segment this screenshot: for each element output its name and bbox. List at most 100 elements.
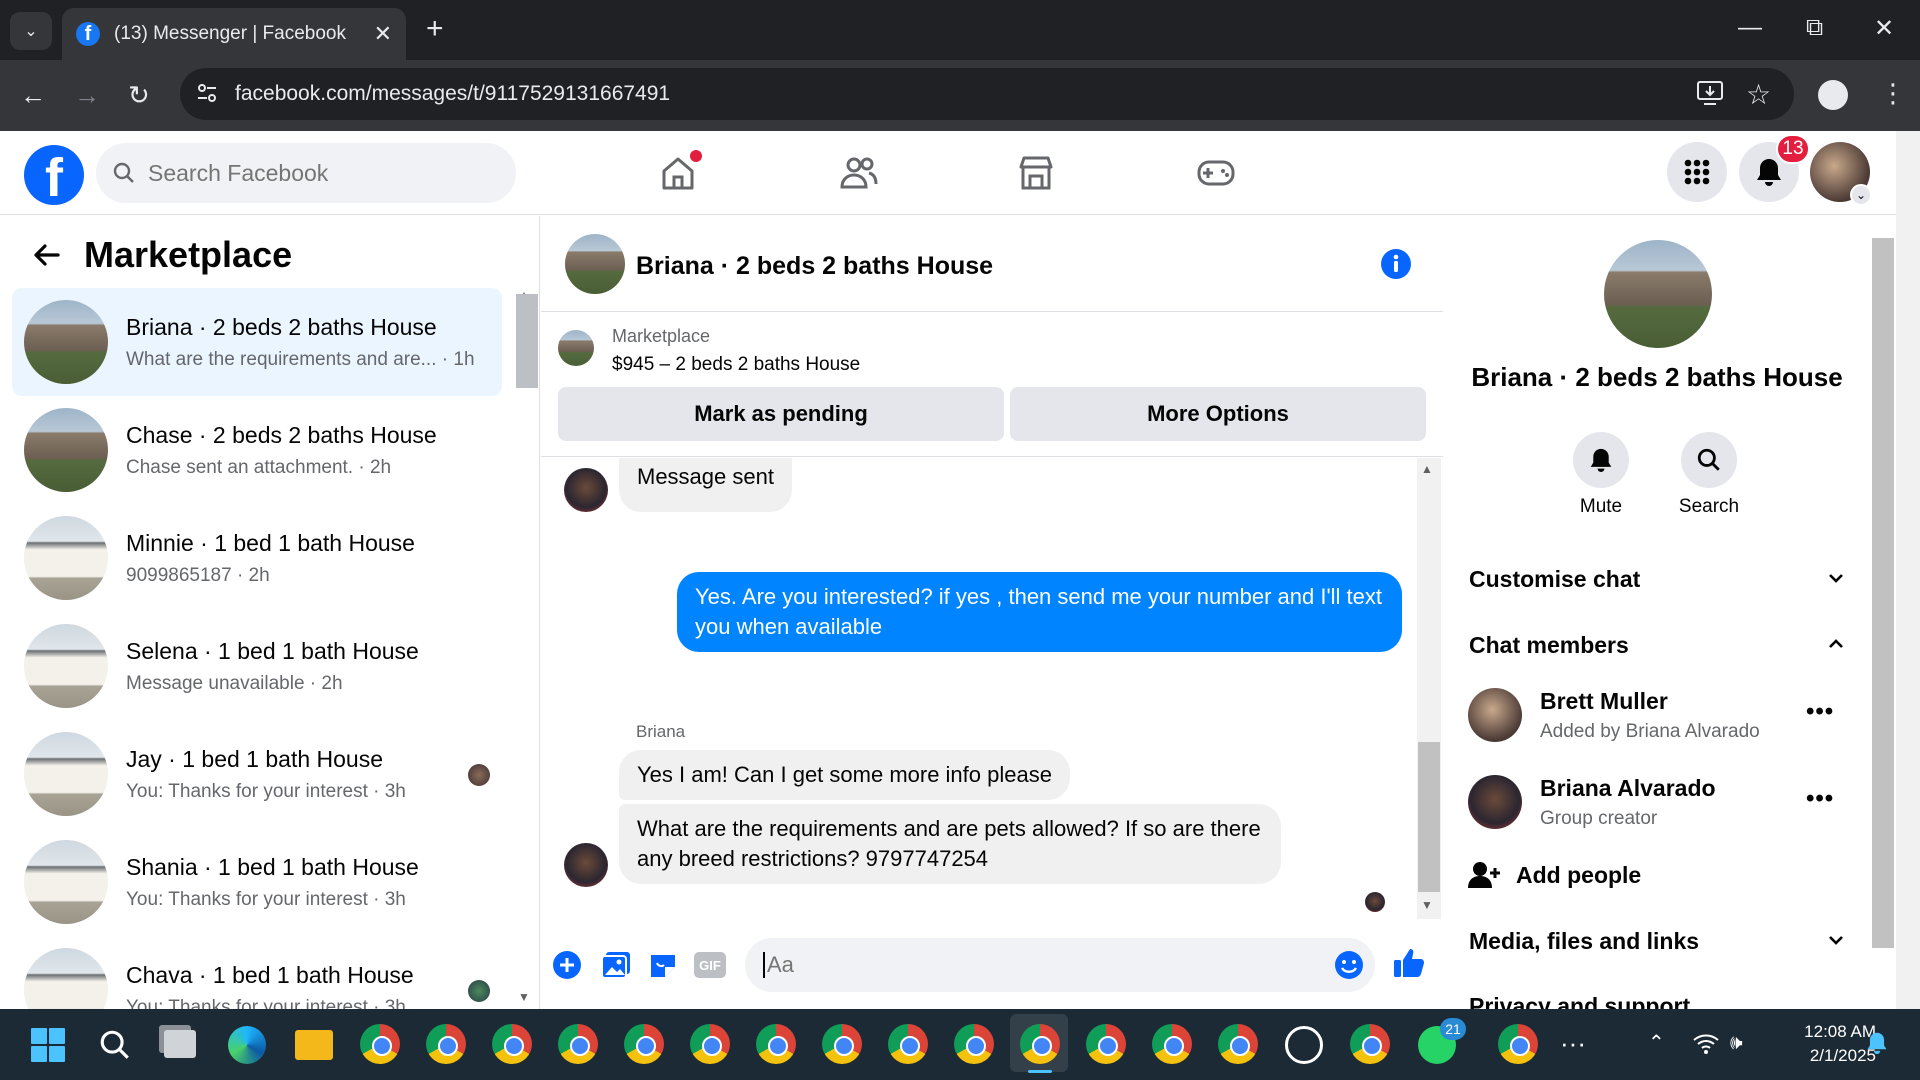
browser-tab[interactable]: f (13) Messenger | Facebook ✕ (62, 8, 406, 60)
facebook-logo-icon[interactable]: f (24, 145, 84, 205)
info-icon[interactable] (1380, 248, 1412, 280)
close-window-button[interactable]: ✕ (1874, 14, 1894, 43)
chrome-icon[interactable] (1152, 1024, 1192, 1064)
task-view-icon[interactable] (164, 1030, 196, 1058)
member-more-icon[interactable]: ••• (1806, 785, 1834, 813)
chrome-icon[interactable] (492, 1024, 532, 1064)
message-input[interactable] (763, 952, 1303, 978)
search-conversation-button[interactable] (1681, 432, 1737, 488)
scroll-down-arrow-icon[interactable]: ▼ (518, 990, 530, 1004)
chrome-icon[interactable] (426, 1024, 466, 1064)
conversation-item-chase[interactable]: Chase · 2 beds 2 baths House Chase sent … (12, 396, 502, 504)
chat-members-section[interactable]: Chat members (1469, 632, 1629, 659)
chevron-up-icon[interactable]: ⌃ (1648, 1030, 1665, 1055)
gif-icon[interactable]: GIF (694, 952, 726, 978)
chrome-icon[interactable] (954, 1024, 994, 1064)
conversation-item-briana[interactable]: Briana · 2 beds 2 baths House What are t… (12, 288, 502, 396)
plus-icon[interactable] (552, 950, 582, 980)
taskbar-search-icon[interactable] (98, 1028, 132, 1062)
new-tab-button[interactable]: + (426, 14, 444, 44)
chevron-down-icon[interactable] (1826, 930, 1846, 950)
message-bubble[interactable]: Yes I am! Can I get some more info pleas… (619, 750, 1070, 800)
chevron-up-icon[interactable] (1826, 634, 1846, 654)
file-explorer-icon[interactable] (295, 1030, 333, 1060)
search-bar[interactable] (96, 143, 516, 203)
taskbar-clock[interactable]: 12:08 AM 2/1/2025 (1772, 1020, 1876, 1068)
message-bubble[interactable]: Message sent (619, 458, 792, 512)
listing-thumbnail[interactable] (558, 330, 594, 366)
chat-title[interactable]: Briana · 2 beds 2 baths House (636, 252, 993, 281)
back-button[interactable]: ← (20, 82, 46, 108)
chrome-icon[interactable] (1350, 1024, 1390, 1064)
chrome-icon[interactable] (558, 1024, 598, 1064)
account-chevron-icon[interactable]: ⌄ (1850, 184, 1872, 206)
marketplace-nav[interactable] (1008, 148, 1064, 198)
mark-as-pending-button[interactable]: Mark as pending (558, 387, 1004, 441)
page-scrollbar[interactable] (1896, 131, 1920, 1009)
member-avatar[interactable] (1468, 775, 1522, 829)
media-files-links-section[interactable]: Media, files and links (1469, 928, 1699, 955)
bookmark-star-icon[interactable]: ☆ (1746, 78, 1771, 111)
chrome-icon[interactable] (756, 1024, 796, 1064)
scroll-up-arrow-icon[interactable]: ▲ (1421, 462, 1433, 476)
minimize-button[interactable]: — (1738, 14, 1762, 42)
chrome-icon[interactable] (690, 1024, 730, 1064)
chrome-icon[interactable] (1498, 1024, 1538, 1064)
chat-avatar[interactable] (565, 234, 625, 294)
member-more-icon[interactable]: ••• (1806, 698, 1834, 726)
edge-icon[interactable] (228, 1026, 266, 1064)
more-options-button[interactable]: More Options (1010, 387, 1426, 441)
wifi-icon[interactable] (1692, 1032, 1720, 1056)
chrome-icon[interactable] (1218, 1024, 1258, 1064)
chrome-icon[interactable] (822, 1024, 862, 1064)
like-thumb-icon[interactable] (1392, 946, 1426, 980)
emoji-icon[interactable] (1334, 950, 1364, 980)
back-arrow-icon[interactable] (32, 240, 62, 270)
gallery-icon[interactable] (600, 950, 632, 980)
member-name[interactable]: Briana Alvarado (1540, 775, 1716, 802)
tab-search-button[interactable]: ⌄ (10, 12, 52, 50)
conversation-item-jay[interactable]: Jay · 1 bed 1 bath House You: Thanks for… (12, 720, 502, 828)
customise-chat-section[interactable]: Customise chat (1469, 566, 1640, 593)
member-name[interactable]: Brett Muller (1540, 688, 1668, 715)
sticker-icon[interactable] (648, 950, 678, 980)
message-scrollbar-thumb[interactable] (1418, 742, 1440, 892)
more-apps-icon[interactable]: ··· (1560, 1028, 1586, 1059)
listing-title[interactable]: $945 – 2 beds 2 baths House (612, 354, 860, 376)
forward-button[interactable]: → (74, 82, 100, 108)
chatgpt-icon[interactable] (1285, 1026, 1323, 1064)
home-nav[interactable] (650, 148, 706, 198)
windows-start-icon[interactable] (30, 1027, 66, 1063)
chrome-icon[interactable] (1020, 1024, 1060, 1064)
mute-button[interactable] (1573, 432, 1629, 488)
close-tab-icon[interactable]: ✕ (374, 21, 392, 47)
message-bubble[interactable]: What are the requirements and are pets a… (619, 804, 1281, 884)
install-app-icon[interactable] (1696, 80, 1724, 106)
conversation-item-chava[interactable]: Chava · 1 bed 1 bath House You: Thanks f… (12, 936, 502, 1009)
member-avatar[interactable] (1468, 688, 1522, 742)
conversation-item-selena[interactable]: Selena · 1 bed 1 bath House Message unav… (12, 612, 502, 720)
restore-button[interactable]: ⧉ (1806, 14, 1823, 42)
profile-icon[interactable] (1818, 80, 1848, 110)
search-input[interactable] (148, 159, 468, 187)
site-info-icon[interactable] (196, 82, 218, 104)
reload-button[interactable]: ↻ (128, 82, 150, 108)
notification-bell-icon[interactable] (1866, 1030, 1888, 1056)
conversation-item-shania[interactable]: Shania · 1 bed 1 bath House You: Thanks … (12, 828, 502, 936)
menu-dots-icon[interactable]: ⋮ (1880, 78, 1906, 109)
privacy-support-section[interactable]: Privacy and support (1469, 993, 1690, 1009)
menu-button[interactable] (1667, 142, 1727, 202)
chrome-icon[interactable] (888, 1024, 928, 1064)
scroll-down-arrow-icon[interactable]: ▼ (1421, 898, 1433, 912)
sidebar-scrollbar[interactable] (516, 294, 538, 388)
chevron-down-icon[interactable] (1826, 568, 1846, 588)
volume-icon[interactable]: 🕪 (1730, 1032, 1743, 1055)
add-person-icon[interactable] (1468, 860, 1500, 890)
gaming-nav[interactable] (1188, 148, 1244, 198)
add-people-button[interactable]: Add people (1516, 862, 1641, 889)
message-input-box[interactable] (745, 938, 1375, 992)
friends-nav[interactable] (830, 148, 886, 198)
chrome-icon[interactable] (624, 1024, 664, 1064)
details-scrollbar[interactable] (1872, 238, 1894, 948)
chrome-icon[interactable] (360, 1024, 400, 1064)
